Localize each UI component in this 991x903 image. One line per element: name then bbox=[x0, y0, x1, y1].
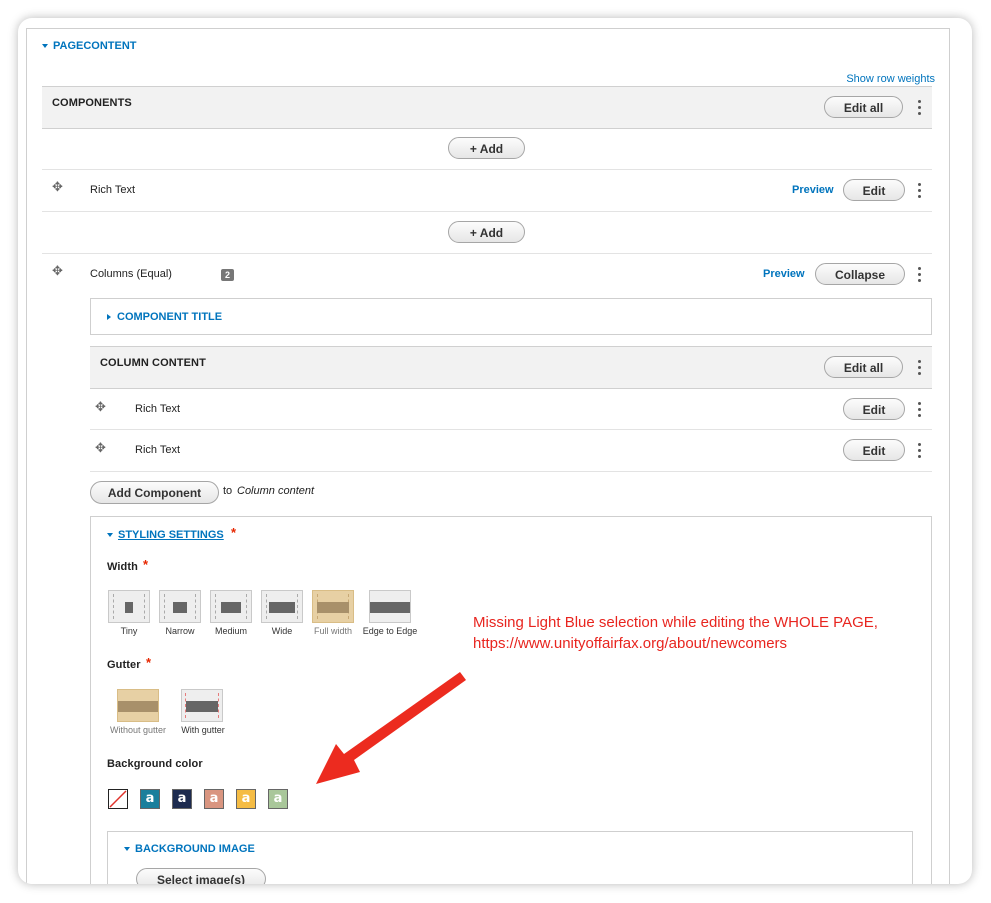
swatch-sage[interactable]: a bbox=[268, 789, 288, 809]
swatch-yellow[interactable]: a bbox=[236, 789, 256, 809]
row-label: Rich Text bbox=[135, 403, 181, 415]
required-marker: * bbox=[231, 525, 237, 540]
caret-down-icon bbox=[107, 533, 113, 538]
kebab-menu-icon[interactable] bbox=[918, 183, 922, 201]
styling-settings-details: STYLING SETTINGS * Width * Tiny Narrow M… bbox=[90, 516, 932, 884]
width-option-tiny[interactable] bbox=[108, 590, 150, 623]
table-row: ✥ Columns (Equal) 2 Preview Collapse bbox=[42, 254, 932, 295]
edit-all-button[interactable]: Edit all bbox=[824, 356, 903, 378]
components-title: COMPONENTS bbox=[52, 97, 132, 109]
table-row: ✥ Rich Text Preview Edit bbox=[42, 170, 932, 212]
to-label: to bbox=[223, 485, 233, 497]
component-title-details[interactable]: COMPONENT TITLE bbox=[90, 298, 932, 335]
caret-down-icon bbox=[42, 44, 48, 49]
annotation-line-2: https://www.unityoffairfax.org/about/new… bbox=[473, 635, 788, 652]
swatch-teal[interactable]: a bbox=[140, 789, 160, 809]
components-header: COMPONENTS Edit all bbox=[42, 86, 932, 129]
gutter-option-label: Without gutter bbox=[109, 725, 167, 735]
width-option-label: Edge to Edge bbox=[362, 626, 418, 636]
pagecontent-label: PAGECONTENT bbox=[53, 40, 137, 52]
add-component-button[interactable]: Add Component bbox=[90, 481, 219, 504]
kebab-menu-icon[interactable] bbox=[918, 443, 922, 461]
width-option-full-width[interactable] bbox=[312, 590, 354, 623]
component-title-toggle[interactable]: COMPONENT TITLE bbox=[107, 311, 222, 323]
width-option-narrow[interactable] bbox=[159, 590, 201, 623]
preview-link[interactable]: Preview bbox=[792, 184, 834, 196]
gutter-option-label: With gutter bbox=[181, 725, 225, 735]
edit-button[interactable]: Edit bbox=[843, 439, 905, 461]
width-option-edge-to-edge[interactable] bbox=[369, 590, 411, 623]
column-content-title: COLUMN CONTENT bbox=[100, 357, 206, 369]
edit-all-button[interactable]: Edit all bbox=[824, 96, 903, 118]
table-row: ✥ Rich Text Edit bbox=[90, 388, 932, 430]
required-marker: * bbox=[146, 655, 152, 670]
gutter-option-without-gutter[interactable] bbox=[117, 689, 159, 722]
count-badge: 2 bbox=[221, 269, 234, 281]
red-arrow-icon bbox=[316, 672, 466, 784]
add-row: + Add bbox=[42, 212, 932, 254]
kebab-menu-icon[interactable] bbox=[918, 100, 922, 118]
styling-settings-label: STYLING SETTINGS bbox=[118, 529, 224, 541]
collapse-button[interactable]: Collapse bbox=[815, 263, 905, 285]
row-label: Columns (Equal) bbox=[90, 268, 172, 280]
kebab-menu-icon[interactable] bbox=[918, 402, 922, 420]
edit-button[interactable]: Edit bbox=[843, 398, 905, 420]
pagecontent-toggle[interactable]: PAGECONTENT bbox=[42, 40, 137, 52]
slash-icon bbox=[109, 790, 127, 808]
annotation-text: Missing Light Blue selection while editi… bbox=[473, 612, 878, 654]
width-option-wide[interactable] bbox=[261, 590, 303, 623]
width-label: Width bbox=[107, 561, 138, 573]
drag-handle-icon[interactable]: ✥ bbox=[52, 179, 63, 195]
target-region-label: Column content bbox=[237, 485, 315, 497]
table-row: ✥ Rich Text Edit bbox=[90, 430, 932, 472]
drag-handle-icon[interactable]: ✥ bbox=[95, 399, 106, 415]
drag-handle-icon[interactable]: ✥ bbox=[95, 440, 106, 456]
swatch-navy[interactable]: a bbox=[172, 789, 192, 809]
drag-handle-icon[interactable]: ✥ bbox=[52, 263, 63, 279]
preview-link[interactable]: Preview bbox=[763, 268, 805, 280]
add-button[interactable]: + Add bbox=[448, 137, 525, 159]
background-image-details: BACKGROUND IMAGE Select image(s) bbox=[107, 831, 913, 884]
gutter-label: Gutter bbox=[107, 659, 141, 671]
row-label: Rich Text bbox=[135, 444, 181, 456]
kebab-menu-icon[interactable] bbox=[918, 267, 922, 285]
gutter-option-with-gutter[interactable] bbox=[181, 689, 223, 722]
edit-button[interactable]: Edit bbox=[843, 179, 905, 201]
swatch-none[interactable] bbox=[108, 789, 128, 809]
background-color-label: Background color bbox=[107, 758, 203, 770]
width-option-medium[interactable] bbox=[210, 590, 252, 623]
column-content-header: COLUMN CONTENT Edit all bbox=[90, 346, 932, 389]
component-title-label: COMPONENT TITLE bbox=[117, 311, 223, 323]
width-option-label: Full width bbox=[313, 626, 352, 636]
caret-down-icon bbox=[124, 847, 130, 852]
show-row-weights-link[interactable]: Show row weights bbox=[846, 73, 935, 85]
required-marker: * bbox=[143, 557, 149, 572]
background-image-toggle[interactable]: BACKGROUND IMAGE bbox=[124, 843, 255, 855]
kebab-menu-icon[interactable] bbox=[918, 360, 922, 378]
annotation-line-1: Missing Light Blue selection while editi… bbox=[473, 614, 878, 631]
swatch-salmon[interactable]: a bbox=[204, 789, 224, 809]
background-image-label: BACKGROUND IMAGE bbox=[135, 843, 255, 855]
page-content-fieldset: PAGECONTENT Show row weights COMPONENTS … bbox=[26, 28, 950, 884]
screenshot-window: PAGECONTENT Show row weights COMPONENTS … bbox=[18, 18, 972, 884]
styling-settings-toggle[interactable]: STYLING SETTINGS bbox=[107, 529, 224, 541]
add-button[interactable]: + Add bbox=[448, 221, 525, 243]
row-label: Rich Text bbox=[90, 184, 136, 196]
add-row: + Add bbox=[42, 128, 932, 170]
select-images-button[interactable]: Select image(s) bbox=[136, 868, 266, 884]
caret-right-icon bbox=[107, 314, 111, 321]
